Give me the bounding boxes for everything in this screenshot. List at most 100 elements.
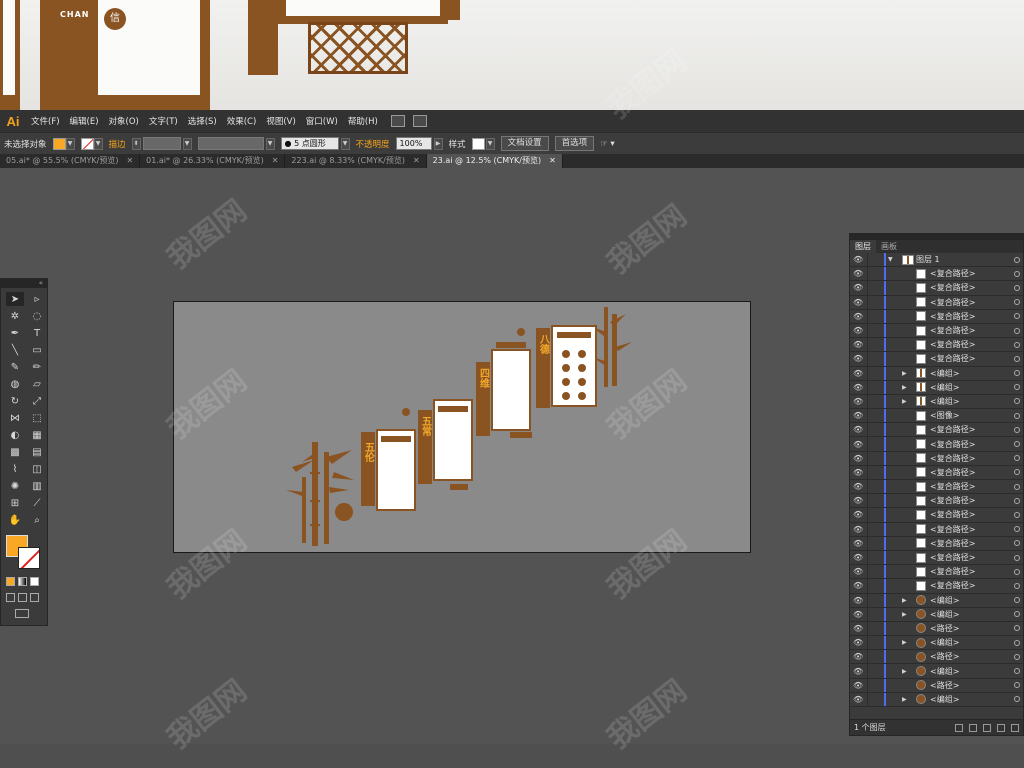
opacity-dropdown-icon[interactable]: ▶: [433, 137, 443, 150]
layer-row[interactable]: 👁 <复合路径>: [850, 338, 1023, 353]
artboard[interactable]: 五伦 五常 四维 八德: [173, 301, 751, 553]
expand-arrow-icon[interactable]: ▶: [902, 611, 907, 618]
target-icon[interactable]: [1014, 653, 1020, 660]
target-icon[interactable]: [1014, 483, 1020, 490]
stroke-swatch[interactable]: [80, 137, 94, 150]
type-tool-icon[interactable]: T: [28, 326, 46, 340]
expand-arrow-icon[interactable]: ▶: [902, 668, 907, 675]
layer-row[interactable]: 👁 <复合路径>: [850, 494, 1023, 509]
layer-row[interactable]: 👁 <复合路径>: [850, 281, 1023, 296]
layer-row[interactable]: 👁 <复合路径>: [850, 579, 1023, 594]
layer-row[interactable]: 👁 <复合路径>: [850, 536, 1023, 551]
menu-object[interactable]: 对象(O): [109, 115, 139, 127]
menu-help[interactable]: 帮助(H): [348, 115, 378, 127]
fill-stroke-control[interactable]: [6, 535, 44, 571]
menu-effect[interactable]: 效果(C): [227, 115, 257, 127]
scale-tool-icon[interactable]: ⤢: [28, 394, 46, 408]
visibility-eye-icon[interactable]: 👁: [853, 482, 863, 491]
layer-row[interactable]: 👁 <复合路径>: [850, 352, 1023, 367]
expand-arrow-icon[interactable]: ▶: [902, 384, 907, 391]
stroke-dropdown-icon[interactable]: ▼: [93, 137, 103, 150]
selection-tool-icon[interactable]: ➤: [6, 292, 24, 306]
layer-row[interactable]: 👁 <复合路径>: [850, 295, 1023, 310]
rectangle-tool-icon[interactable]: ▭: [28, 343, 46, 357]
layer-row[interactable]: 👁 <复合路径>: [850, 423, 1023, 438]
visibility-eye-icon[interactable]: 👁: [853, 567, 863, 576]
target-icon[interactable]: [1014, 597, 1020, 604]
direct-selection-tool-icon[interactable]: ▹: [28, 292, 46, 306]
stroke-label[interactable]: 描边: [109, 138, 126, 150]
new-layer-icon[interactable]: [997, 723, 1005, 732]
layer-row[interactable]: 👁 ▶ <编组>: [850, 664, 1023, 679]
tab-artboards[interactable]: 画板: [876, 240, 902, 253]
target-icon[interactable]: [1014, 299, 1020, 306]
gradient-tool-icon[interactable]: ▤: [28, 445, 46, 459]
layer-row[interactable]: 👁 <路径>: [850, 650, 1023, 665]
gradient-mode-icon[interactable]: [18, 577, 27, 586]
layer-row[interactable]: 👁 ▶ <编组>: [850, 593, 1023, 608]
visibility-eye-icon[interactable]: 👁: [853, 326, 863, 335]
shape-builder-tool-icon[interactable]: ◐: [6, 428, 24, 442]
target-icon[interactable]: [1014, 625, 1020, 632]
visibility-eye-icon[interactable]: 👁: [853, 468, 863, 477]
paintbrush-tool-icon[interactable]: ✎: [6, 360, 24, 374]
layer-row[interactable]: 👁 <复合路径>: [850, 550, 1023, 566]
mesh-tool-icon[interactable]: ▩: [6, 445, 24, 459]
stroke-weight-dropdown-icon[interactable]: ▼: [182, 137, 192, 150]
visibility-eye-icon[interactable]: 👁: [853, 312, 863, 321]
target-icon[interactable]: [1014, 441, 1020, 448]
target-icon[interactable]: [1014, 284, 1020, 291]
target-icon[interactable]: [1014, 682, 1020, 689]
close-icon[interactable]: ✕: [126, 154, 133, 168]
style-swatch[interactable]: [471, 137, 485, 150]
target-icon[interactable]: [1014, 341, 1020, 348]
target-icon[interactable]: [1014, 554, 1020, 561]
close-icon[interactable]: ✕: [272, 154, 279, 168]
layer-row[interactable]: 👁 <复合路径>: [850, 465, 1023, 480]
visibility-eye-icon[interactable]: 👁: [853, 652, 863, 661]
visibility-eye-icon[interactable]: 👁: [853, 298, 863, 307]
screen-mode-icon[interactable]: [15, 609, 29, 618]
locate-object-icon[interactable]: [955, 723, 963, 732]
doc-tab-01[interactable]: 01.ai* @ 26.33% (CMYK/预览) ✕: [140, 154, 286, 168]
none-mode-icon[interactable]: [30, 577, 39, 586]
target-icon[interactable]: [1014, 384, 1020, 391]
target-icon[interactable]: [1014, 696, 1020, 703]
target-icon[interactable]: [1014, 668, 1020, 675]
hand-tool-icon[interactable]: ✋: [6, 513, 24, 527]
visibility-eye-icon[interactable]: 👁: [853, 255, 863, 264]
layer-row-top[interactable]: 👁 ▼ 图层 1: [850, 253, 1023, 268]
style-dropdown-icon[interactable]: ▼: [485, 137, 495, 150]
target-icon[interactable]: [1014, 469, 1020, 476]
variable-width-dropdown-icon[interactable]: ▼: [265, 137, 275, 150]
new-sublayer-icon[interactable]: [983, 723, 991, 732]
pencil-tool-icon[interactable]: ✏: [28, 360, 46, 374]
visibility-eye-icon[interactable]: 👁: [853, 581, 863, 590]
pen-tool-icon[interactable]: ✒: [6, 326, 24, 340]
target-icon[interactable]: [1014, 355, 1020, 362]
target-icon[interactable]: [1014, 582, 1020, 589]
layer-row[interactable]: 👁 <复合路径>: [850, 437, 1023, 452]
zoom-tool-icon[interactable]: ⌕: [28, 513, 46, 527]
target-icon[interactable]: [1014, 568, 1020, 575]
visibility-eye-icon[interactable]: 👁: [853, 411, 863, 420]
target-icon[interactable]: [1014, 256, 1020, 263]
visibility-eye-icon[interactable]: 👁: [853, 397, 863, 406]
target-icon[interactable]: [1014, 511, 1020, 518]
target-icon[interactable]: [1014, 313, 1020, 320]
blob-brush-tool-icon[interactable]: ◍: [6, 377, 24, 391]
visibility-eye-icon[interactable]: 👁: [853, 525, 863, 534]
visibility-eye-icon[interactable]: 👁: [853, 354, 863, 363]
visibility-eye-icon[interactable]: 👁: [853, 596, 863, 605]
menu-type[interactable]: 文字(T): [149, 115, 178, 127]
target-icon[interactable]: [1014, 370, 1020, 377]
expand-arrow-icon[interactable]: ▶: [902, 398, 907, 405]
layer-row[interactable]: 👁 <复合路径>: [850, 267, 1023, 282]
stroke-color-box[interactable]: [18, 547, 40, 569]
fill-dropdown-icon[interactable]: ▼: [65, 137, 75, 150]
visibility-eye-icon[interactable]: 👁: [853, 269, 863, 278]
doc-tab-223[interactable]: 223.ai @ 8.33% (CMYK/预览) ✕: [285, 154, 427, 168]
width-tool-icon[interactable]: ⋈: [6, 411, 24, 425]
target-icon[interactable]: [1014, 398, 1020, 405]
artboard-tool-icon[interactable]: ⊞: [6, 496, 24, 510]
